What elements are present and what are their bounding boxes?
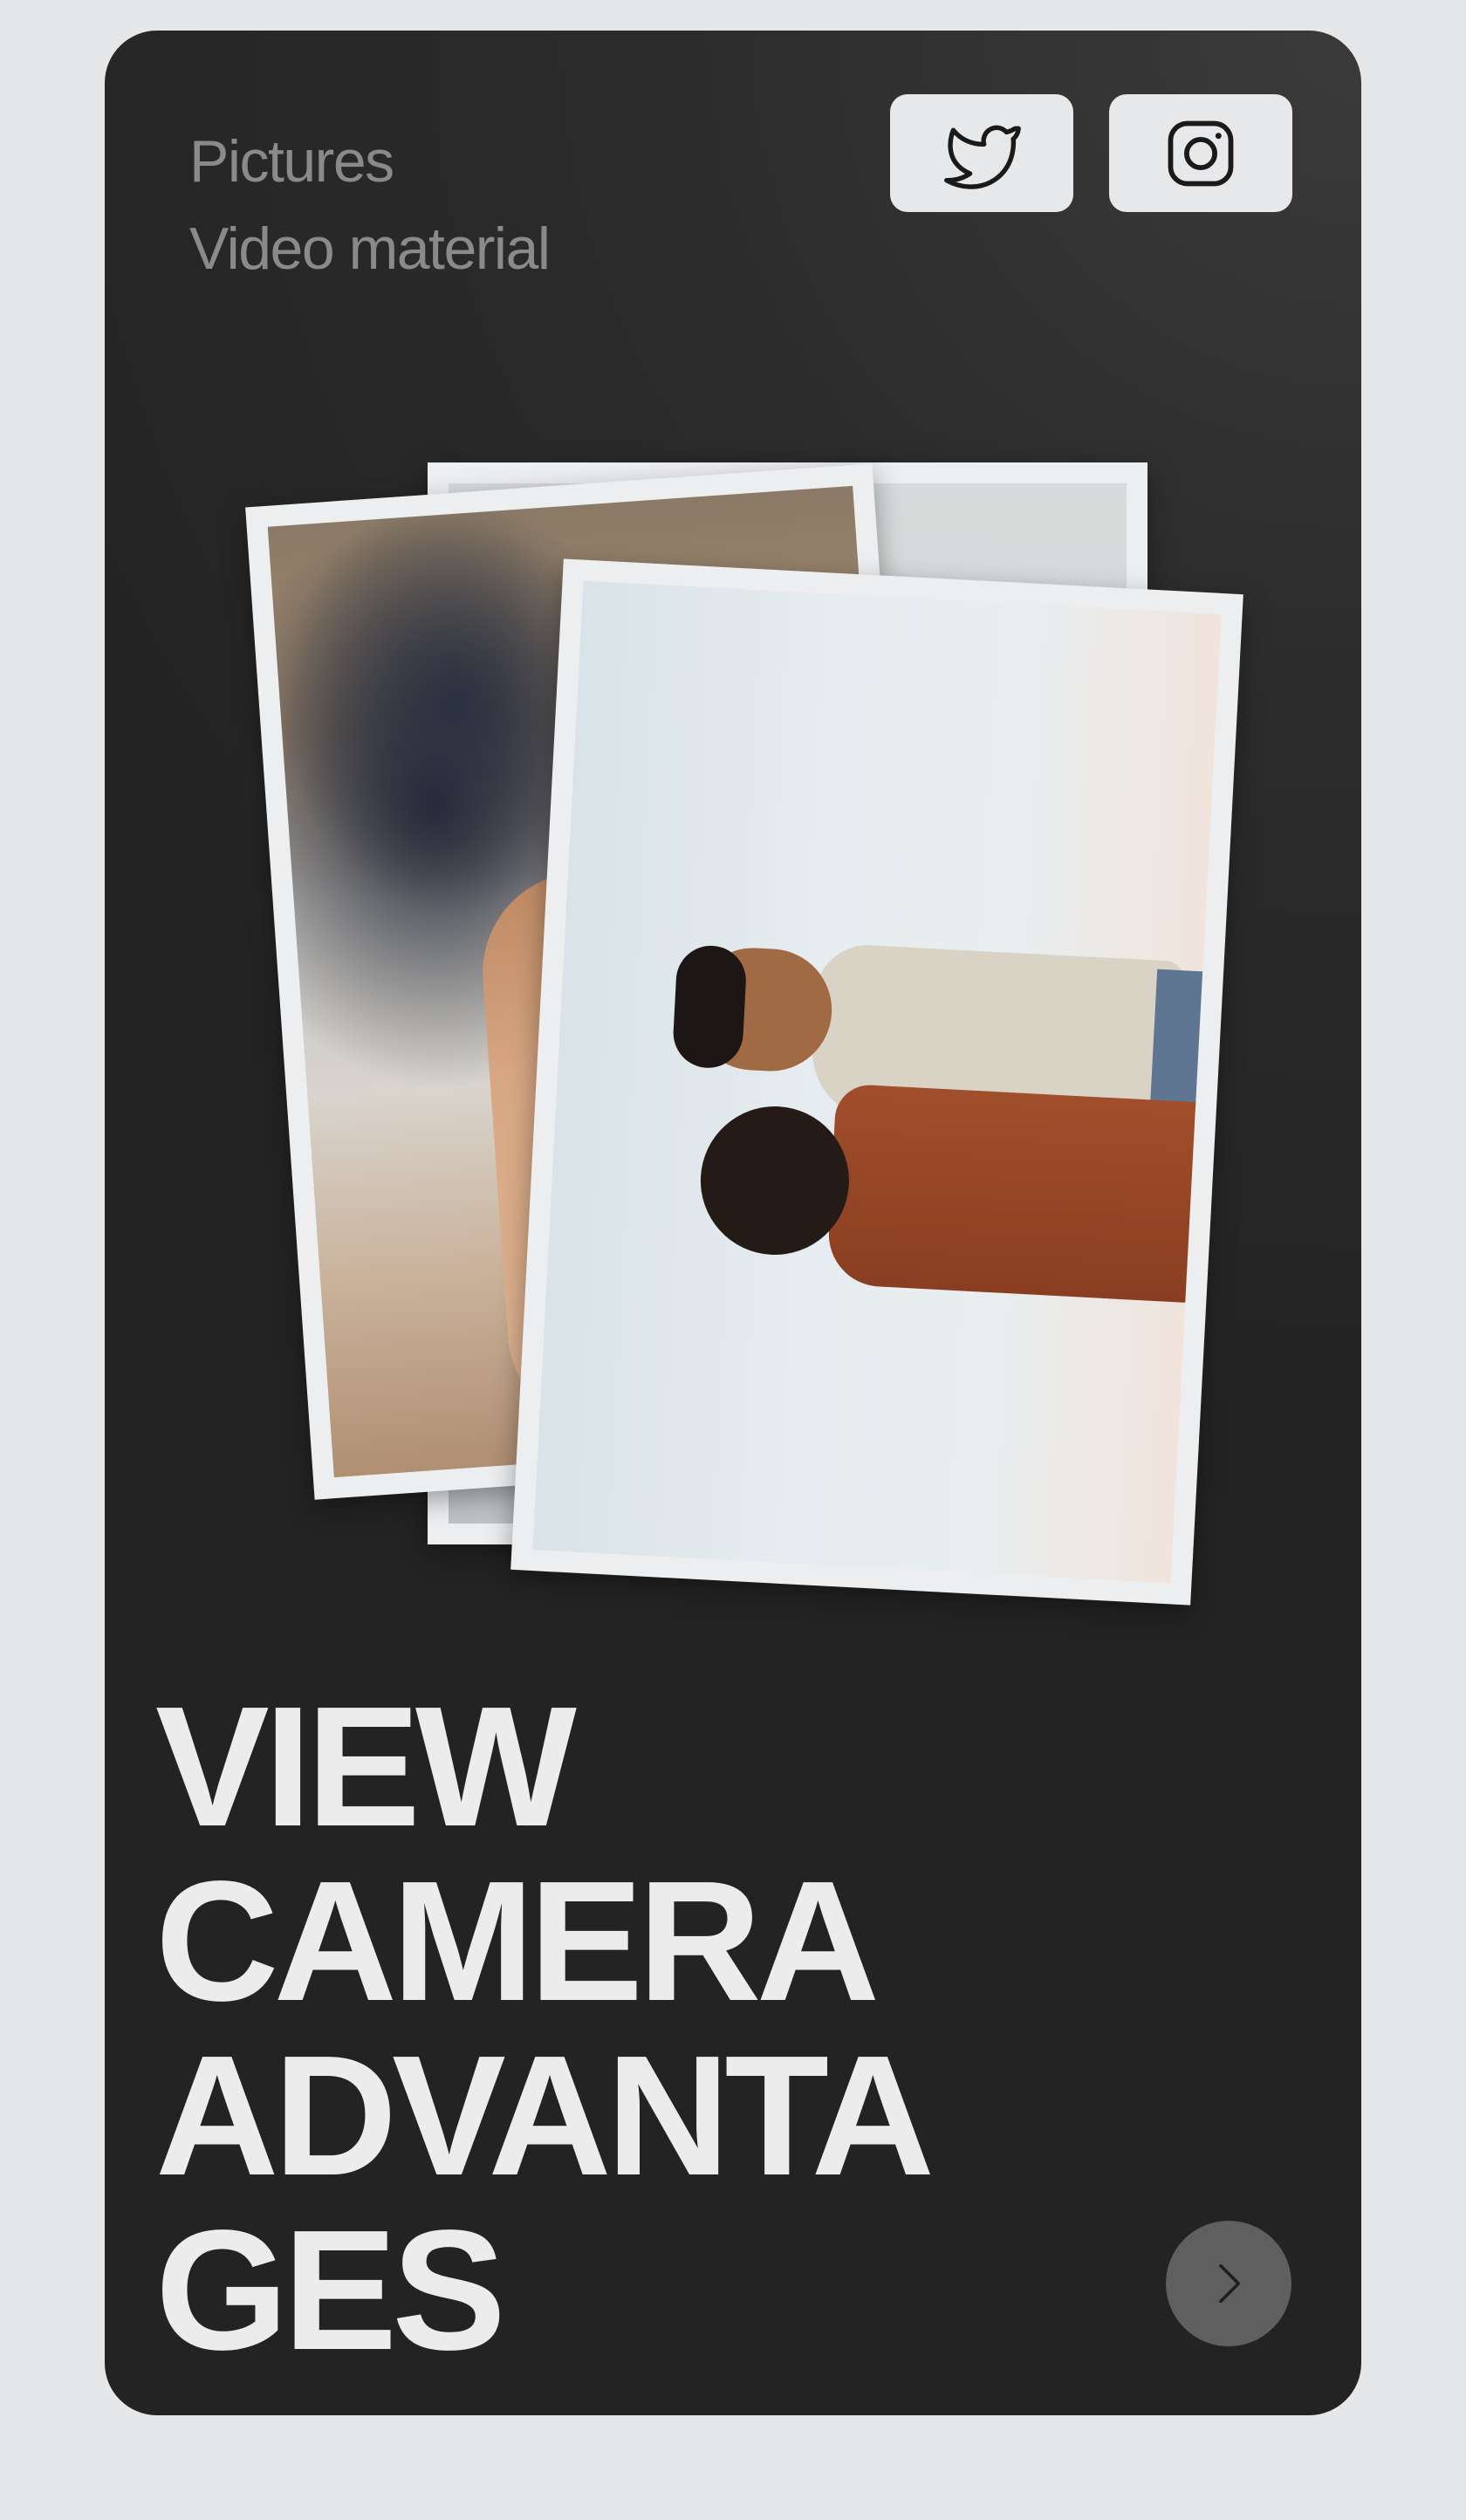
woman-figure	[825, 1083, 1212, 1304]
man-hair	[671, 943, 748, 1070]
headline-line-1: VIEW	[155, 1671, 577, 1862]
man-jeans	[1149, 969, 1219, 1113]
chevron-right-icon	[1219, 2263, 1241, 2304]
headline: VIEW CAMERA ADVANTA GES	[155, 1671, 935, 2386]
headline-line-3: ADVANTA	[155, 2020, 935, 2211]
hero-card: Pictures Video material VIEW CAMERA ADVA…	[105, 31, 1361, 2415]
headline-line-4: GES	[155, 2195, 506, 2386]
photo-front[interactable]	[510, 558, 1243, 1606]
next-button[interactable]	[1166, 2221, 1291, 2346]
photo-stack	[105, 31, 1361, 1688]
headline-line-2: CAMERA	[155, 1845, 880, 2037]
photo-front-image	[532, 580, 1222, 1584]
